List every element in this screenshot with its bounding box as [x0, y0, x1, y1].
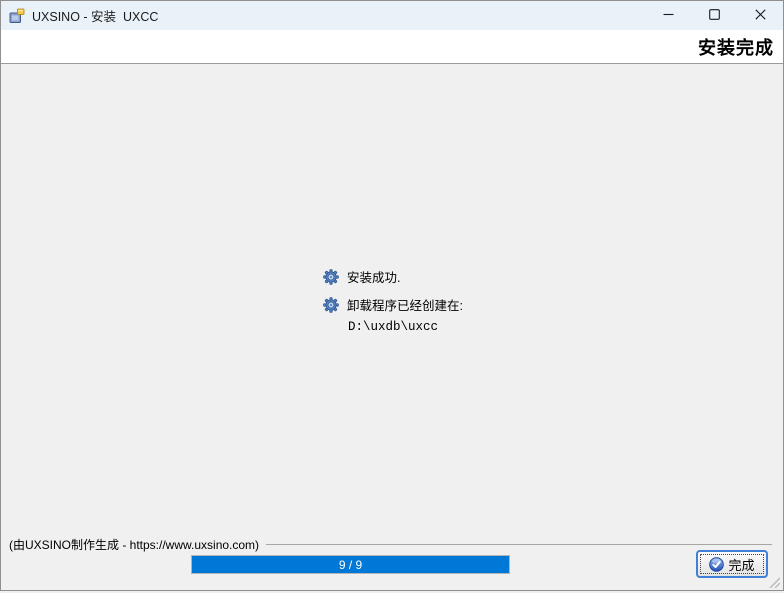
title-bar[interactable]: UXSINO - 安装 UXCC — [1, 1, 783, 30]
resize-grip-icon[interactable] — [766, 575, 780, 588]
branding-divider — [266, 544, 772, 545]
maximize-button[interactable] — [691, 1, 737, 30]
window-title: UXSINO - 安装 UXCC — [32, 6, 158, 25]
installer-package-icon — [9, 8, 25, 24]
finish-button-label: 完成 — [728, 555, 754, 574]
minimize-button[interactable] — [645, 1, 691, 30]
close-icon — [755, 7, 766, 25]
progress-bar: 9 / 9 — [191, 555, 510, 574]
installer-window: UXSINO - 安装 UXCC — [0, 0, 784, 591]
minimize-icon — [663, 7, 674, 25]
page-header: 安装完成 — [1, 30, 783, 64]
gear-icon — [323, 297, 339, 313]
finish-button[interactable]: 完成 — [696, 550, 768, 578]
close-button[interactable] — [737, 1, 783, 30]
progress-label: 9 / 9 — [192, 556, 509, 573]
branding-row: (由UXSINO制作生成 - https://www.uxsino.com) — [9, 537, 772, 551]
maximize-icon — [709, 7, 720, 25]
status-row-install-success: 安装成功. — [323, 267, 400, 286]
status-row-uninstaller-created: 卸载程序已经创建在: — [323, 295, 463, 314]
branding-text: (由UXSINO制作生成 - https://www.uxsino.com) — [9, 536, 259, 553]
status-text: 卸载程序已经创建在: — [347, 295, 463, 314]
page-title: 安装完成 — [698, 34, 783, 60]
uninstaller-path: D:\uxdb\uxcc — [348, 320, 438, 334]
window-controls — [645, 1, 783, 30]
gear-icon — [323, 269, 339, 285]
status-text: 安装成功. — [347, 267, 400, 286]
finish-button-content: 完成 — [700, 554, 764, 574]
check-orb-icon — [709, 557, 724, 572]
